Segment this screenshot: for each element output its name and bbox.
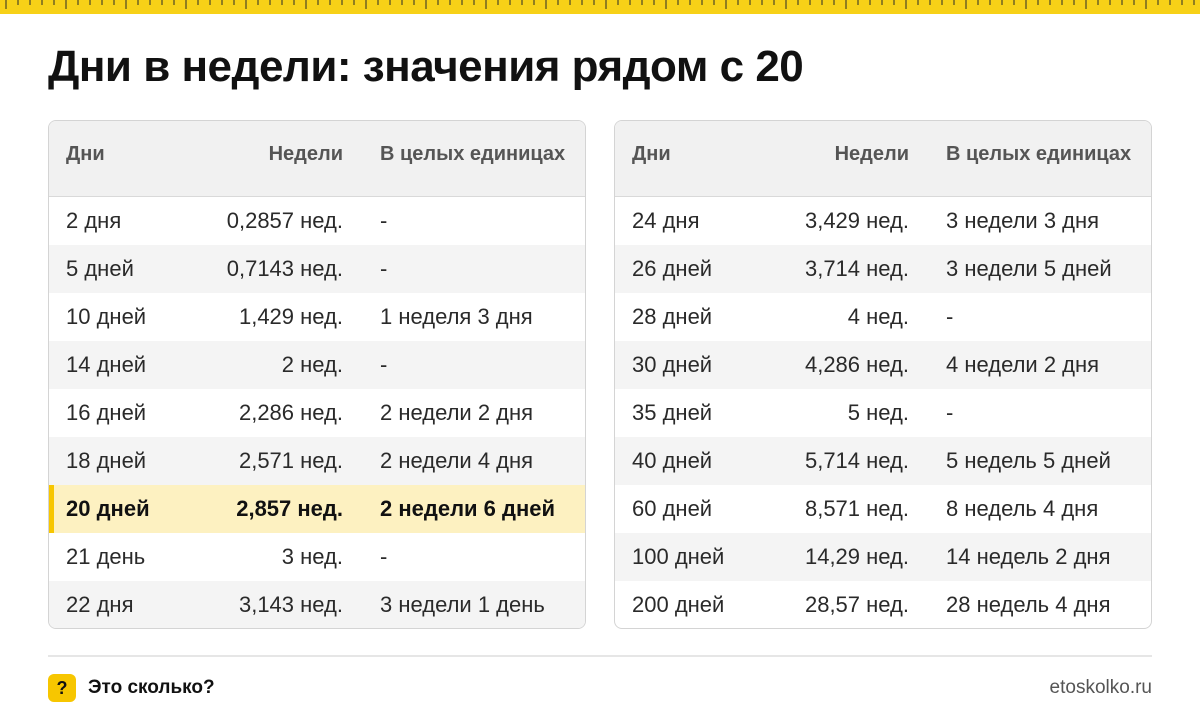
cell-weeks: 8,571 нед. — [804, 496, 909, 521]
cell-whole-units: 3 недели 3 дня — [946, 208, 1100, 233]
brand-name: Это сколько? — [88, 677, 215, 698]
footer-divider — [48, 655, 1152, 657]
conversion-table-right: Дни Недели В целых единицах 24 дня 3,429… — [614, 120, 1152, 629]
table-row: 14 дней 2 нед. - — [49, 341, 585, 389]
table-row: 10 дней 1,429 нед. 1 неделя 3 дня — [49, 293, 585, 341]
cell-days: 18 дней — [66, 448, 147, 473]
cell-days: 200 дней — [632, 592, 725, 617]
page-title: Дни в недели: значения рядом с 20 — [48, 42, 804, 91]
cell-whole-units: 5 недель 5 дней — [946, 448, 1111, 473]
cell-whole-units: - — [380, 208, 388, 233]
cell-weeks: 2,857 нед. — [236, 496, 343, 521]
table-header: Дни Недели В целых единицах — [615, 121, 1151, 197]
cell-weeks: 28,57 нед. — [804, 592, 909, 617]
header-weeks: Недели — [834, 143, 909, 165]
table-row: 5 дней 0,7143 нед. - — [49, 245, 585, 293]
cell-days: 14 дней — [66, 352, 147, 377]
cell-weeks: 3,429 нед. — [804, 208, 909, 233]
cell-weeks: 2,571 нед. — [238, 448, 343, 473]
cell-weeks: 3 нед. — [281, 544, 343, 569]
cell-whole-units: - — [380, 544, 388, 569]
cell-days: 40 дней — [632, 448, 713, 473]
cell-weeks: 5 нед. — [847, 400, 909, 425]
cell-days: 20 дней — [66, 496, 150, 521]
cell-days: 28 дней — [632, 304, 713, 329]
cell-days: 35 дней — [632, 400, 713, 425]
table-row: 200 дней 28,57 нед. 28 недель 4 дня — [615, 581, 1151, 628]
table-row: 35 дней 5 нед. - — [615, 389, 1151, 437]
ruler-ticks — [5, 0, 1195, 9]
site-url[interactable]: etoskolko.ru — [1050, 676, 1152, 700]
table-row: 26 дней 3,714 нед. 3 недели 5 дней — [615, 245, 1151, 293]
table-header: Дни Недели В целых единицах — [49, 121, 585, 197]
table-row: 2 дня 0,2857 нед. - — [49, 197, 585, 245]
cell-whole-units: 1 неделя 3 дня — [380, 304, 533, 329]
cell-weeks: 2 нед. — [281, 352, 343, 377]
cell-days: 2 дня — [66, 208, 122, 233]
cell-days: 100 дней — [632, 544, 725, 569]
table-row: 16 дней 2,286 нед. 2 недели 2 дня — [49, 389, 585, 437]
cell-weeks: 2,286 нед. — [238, 400, 343, 425]
table-row: 18 дней 2,571 нед. 2 недели 4 дня — [49, 437, 585, 485]
cell-whole-units: 2 недели 6 дней — [380, 496, 556, 521]
cell-weeks: 1,429 нед. — [238, 304, 343, 329]
table-row: 60 дней 8,571 нед. 8 недель 4 дня — [615, 485, 1151, 533]
cell-whole-units: 14 недель 2 дня — [946, 544, 1111, 569]
cell-whole-units: 4 недели 2 дня — [946, 352, 1100, 377]
cell-whole-units: 28 недель 4 дня — [946, 592, 1111, 617]
header-days: Дни — [632, 143, 671, 165]
cell-whole-units: - — [380, 256, 388, 281]
cell-whole-units: - — [946, 304, 954, 329]
cell-weeks: 14,29 нед. — [804, 544, 909, 569]
cell-days: 30 дней — [632, 352, 713, 377]
cell-weeks: 4 нед. — [847, 304, 909, 329]
cell-days: 5 дней — [66, 256, 134, 281]
cell-whole-units: 2 недели 4 дня — [380, 448, 534, 473]
cell-whole-units: 3 недели 5 дней — [946, 256, 1112, 281]
table-row: 100 дней 14,29 нед. 14 недель 2 дня — [615, 533, 1151, 581]
cell-weeks: 0,2857 нед. — [226, 208, 343, 233]
cell-days: 21 день — [66, 544, 146, 569]
cell-days: 26 дней — [632, 256, 713, 281]
ruler-strip — [0, 0, 1200, 14]
header-whole-units: В целых единицах — [946, 143, 1132, 165]
table-row-highlighted: 20 дней 2,857 нед. 2 недели 6 дней — [49, 485, 585, 533]
header-whole-units: В целых единицах — [380, 143, 566, 165]
cell-weeks: 3,714 нед. — [804, 256, 909, 281]
question-mark-icon: ? — [48, 674, 76, 702]
cell-weeks: 0,7143 нед. — [226, 256, 343, 281]
header-days: Дни — [66, 143, 105, 165]
cell-weeks: 3,143 нед. — [238, 592, 343, 617]
cell-whole-units: - — [946, 400, 954, 425]
cell-days: 10 дней — [66, 304, 147, 329]
table-row: 24 дня 3,429 нед. 3 недели 3 дня — [615, 197, 1151, 245]
cell-whole-units: 8 недель 4 дня — [946, 496, 1099, 521]
cell-days: 22 дня — [66, 592, 134, 617]
cell-whole-units: - — [380, 352, 388, 377]
conversion-table-left: Дни Недели В целых единицах 2 дня 0,2857… — [48, 120, 586, 629]
cell-weeks: 4,286 нед. — [804, 352, 909, 377]
table-row: 40 дней 5,714 нед. 5 недель 5 дней — [615, 437, 1151, 485]
header-weeks: Недели — [268, 143, 343, 165]
cell-whole-units: 2 недели 2 дня — [380, 400, 534, 425]
cell-weeks: 5,714 нед. — [804, 448, 909, 473]
table-row: 22 дня 3,143 нед. 3 недели 1 день — [49, 581, 585, 628]
cell-days: 24 дня — [632, 208, 700, 233]
table-row: 28 дней 4 нед. - — [615, 293, 1151, 341]
table-row: 30 дней 4,286 нед. 4 недели 2 дня — [615, 341, 1151, 389]
cell-whole-units: 3 недели 1 день — [380, 592, 545, 617]
cell-days: 60 дней — [632, 496, 713, 521]
cell-days: 16 дней — [66, 400, 147, 425]
table-row: 21 день 3 нед. - — [49, 533, 585, 581]
